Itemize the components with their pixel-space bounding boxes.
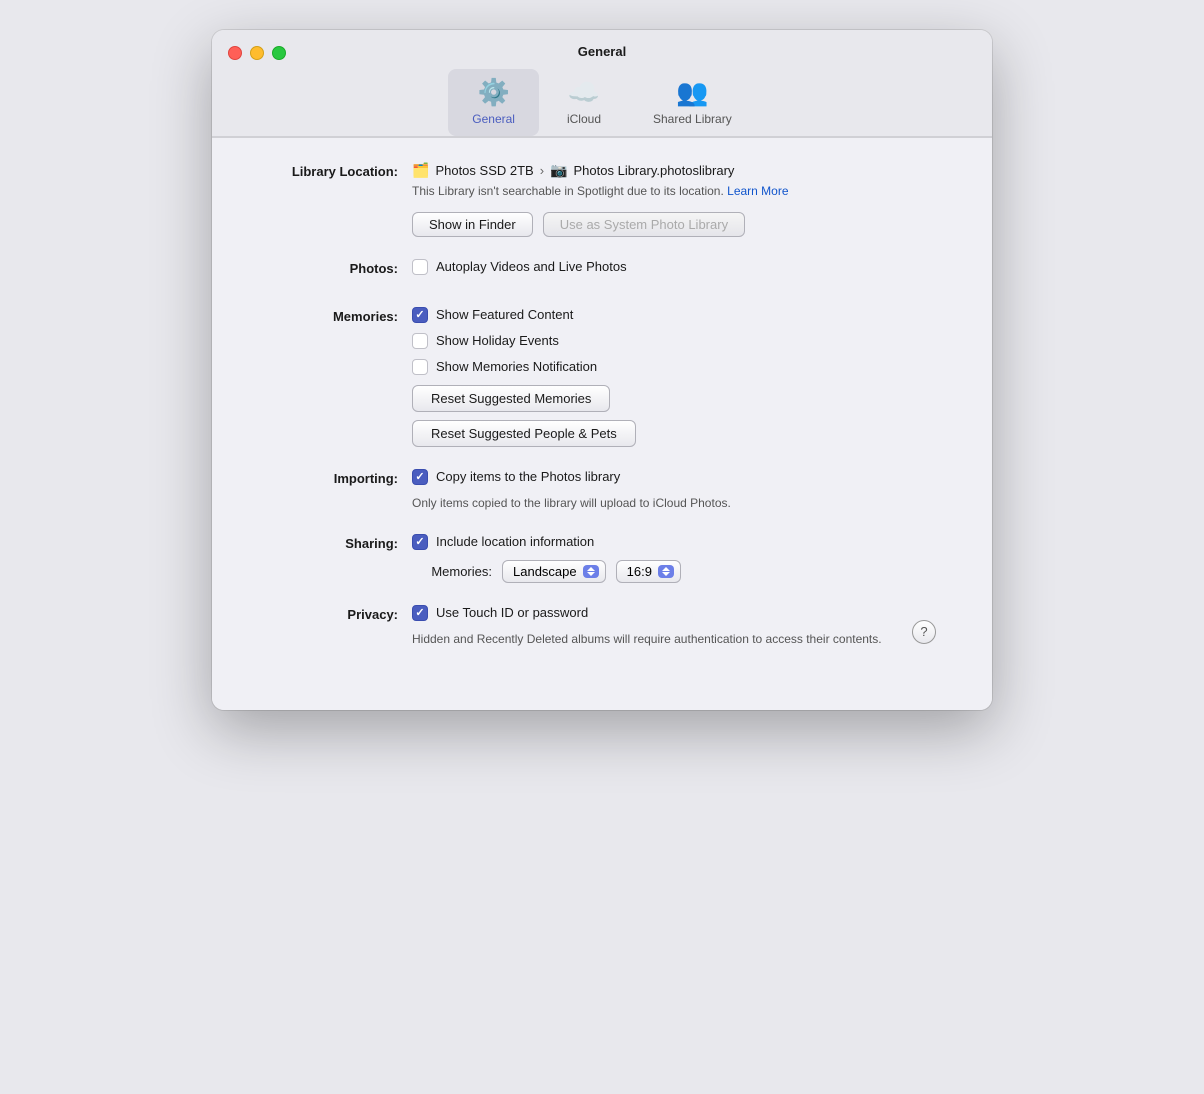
memories-label: Memories: xyxy=(252,307,412,324)
autoplay-label: Autoplay Videos and Live Photos xyxy=(436,259,627,274)
ratio-arrow-down xyxy=(662,572,670,576)
show-holiday-checkbox[interactable] xyxy=(412,333,428,349)
tab-general[interactable]: ⚙️ General xyxy=(448,69,539,136)
privacy-section: Privacy: Use Touch ID or password Hidden… xyxy=(252,605,952,658)
sharing-content: Include location information Memories: L… xyxy=(412,534,952,583)
ratio-arrows xyxy=(658,565,674,578)
show-featured-row: Show Featured Content xyxy=(412,307,952,323)
show-holiday-row: Show Holiday Events xyxy=(412,333,952,349)
show-memories-checkbox[interactable] xyxy=(412,359,428,375)
main-window: General ⚙️ General ☁️ iCloud 👥 Shared Li… xyxy=(212,30,992,710)
people-icon: 👥 xyxy=(676,77,708,108)
gear-icon: ⚙️ xyxy=(477,77,509,108)
titlebar: General ⚙️ General ☁️ iCloud 👥 Shared Li… xyxy=(212,30,992,137)
privacy-note: Hidden and Recently Deleted albums will … xyxy=(412,631,952,648)
library-location-label: Library Location: xyxy=(252,162,412,179)
minimize-button[interactable] xyxy=(250,46,264,60)
tab-shared-library[interactable]: 👥 Shared Library xyxy=(629,69,756,136)
orientation-arrows xyxy=(583,565,599,578)
sharing-section: Sharing: Include location information Me… xyxy=(252,534,952,583)
privacy-label: Privacy: xyxy=(252,605,412,622)
memories-content: Show Featured Content Show Holiday Event… xyxy=(412,307,952,447)
sharing-memories-label: Memories: xyxy=(412,564,492,579)
ratio-select[interactable]: 16:9 xyxy=(616,560,681,583)
orientation-arrow-down xyxy=(587,572,595,576)
orientation-select[interactable]: Landscape xyxy=(502,560,606,583)
maximize-button[interactable] xyxy=(272,46,286,60)
reset-suggested-memories-button[interactable]: Reset Suggested Memories xyxy=(412,385,610,412)
library-location-content: 🗂️ Photos SSD 2TB › 📷 Photos Library.pho… xyxy=(412,162,952,237)
show-holiday-label: Show Holiday Events xyxy=(436,333,559,348)
location-info-row: Include location information xyxy=(412,534,952,550)
library-note: This Library isn't searchable in Spotlig… xyxy=(412,183,952,200)
import-note: Only items copied to the library will up… xyxy=(412,495,952,512)
window-controls xyxy=(228,46,286,60)
disk-icon: 🗂️ xyxy=(412,162,429,179)
tab-general-label: General xyxy=(472,112,515,126)
orientation-value: Landscape xyxy=(513,564,577,579)
location-info-label: Include location information xyxy=(436,534,594,549)
copy-items-checkbox[interactable] xyxy=(412,469,428,485)
tab-shared-library-label: Shared Library xyxy=(653,112,732,126)
sharing-label: Sharing: xyxy=(252,534,412,551)
orientation-arrow-up xyxy=(587,567,595,571)
show-featured-checkbox[interactable] xyxy=(412,307,428,323)
ratio-value: 16:9 xyxy=(627,564,652,579)
tab-icloud[interactable]: ☁️ iCloud xyxy=(539,69,629,136)
photos-file-icon: 📷 xyxy=(550,162,567,179)
learn-more-link[interactable]: Learn More xyxy=(727,184,788,198)
photos-section: Photos: Autoplay Videos and Live Photos xyxy=(252,259,952,285)
touch-id-label: Use Touch ID or password xyxy=(436,605,588,620)
photos-content: Autoplay Videos and Live Photos xyxy=(412,259,952,285)
toolbar: ⚙️ General ☁️ iCloud 👥 Shared Library xyxy=(448,69,755,136)
show-memories-label: Show Memories Notification xyxy=(436,359,597,374)
autoplay-row: Autoplay Videos and Live Photos xyxy=(412,259,952,275)
close-button[interactable] xyxy=(228,46,242,60)
importing-content: Copy items to the Photos library Only it… xyxy=(412,469,952,512)
tab-icloud-label: iCloud xyxy=(567,112,601,126)
privacy-content: Use Touch ID or password Hidden and Rece… xyxy=(412,605,952,648)
memories-section: Memories: Show Featured Content Show Hol… xyxy=(252,307,952,447)
show-in-finder-button[interactable]: Show in Finder xyxy=(412,212,533,237)
sharing-memories-row: Memories: Landscape 16:9 xyxy=(412,560,952,583)
touch-id-checkbox[interactable] xyxy=(412,605,428,621)
content-area: Library Location: 🗂️ Photos SSD 2TB › 📷 … xyxy=(212,138,992,710)
disk-name: Photos SSD 2TB xyxy=(435,163,533,178)
library-path: 🗂️ Photos SSD 2TB › 📷 Photos Library.pho… xyxy=(412,162,952,179)
copy-items-label: Copy items to the Photos library xyxy=(436,469,620,484)
reset-suggested-people-button[interactable]: Reset Suggested People & Pets xyxy=(412,420,636,447)
use-as-system-button[interactable]: Use as System Photo Library xyxy=(543,212,745,237)
copy-items-row: Copy items to the Photos library xyxy=(412,469,952,485)
autoplay-checkbox[interactable] xyxy=(412,259,428,275)
help-button[interactable]: ? xyxy=(912,620,936,644)
path-arrow: › xyxy=(540,163,544,178)
library-filename: Photos Library.photoslibrary xyxy=(574,163,735,178)
photos-label: Photos: xyxy=(252,259,412,276)
touch-id-row: Use Touch ID or password xyxy=(412,605,952,621)
show-featured-label: Show Featured Content xyxy=(436,307,573,322)
location-info-checkbox[interactable] xyxy=(412,534,428,550)
importing-label: Importing: xyxy=(252,469,412,486)
library-location-section: Library Location: 🗂️ Photos SSD 2TB › 📷 … xyxy=(252,162,952,237)
importing-section: Importing: Copy items to the Photos libr… xyxy=(252,469,952,512)
window-title: General xyxy=(578,44,626,59)
ratio-arrow-up xyxy=(662,567,670,571)
show-memories-row: Show Memories Notification xyxy=(412,359,952,375)
memories-buttons: Reset Suggested Memories Reset Suggested… xyxy=(412,385,952,447)
library-buttons: Show in Finder Use as System Photo Libra… xyxy=(412,212,952,237)
cloud-icon: ☁️ xyxy=(568,77,600,108)
